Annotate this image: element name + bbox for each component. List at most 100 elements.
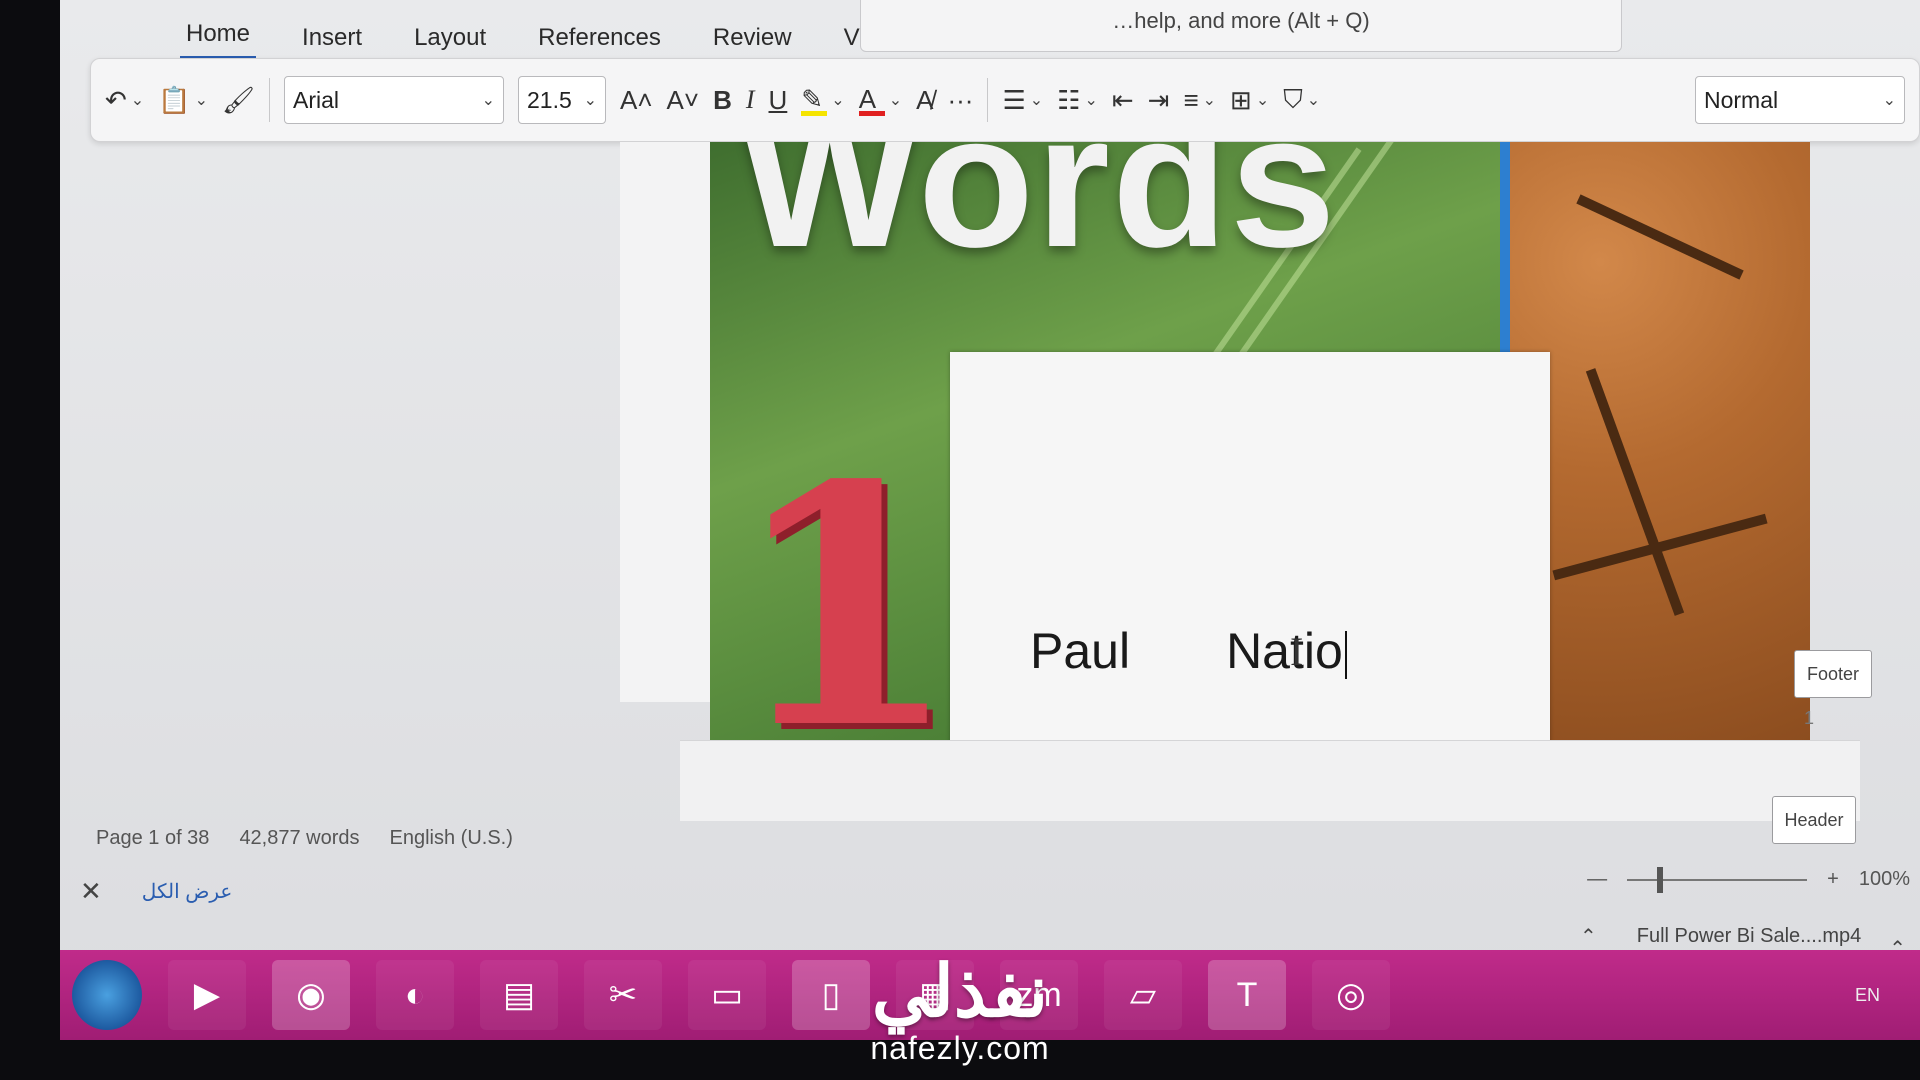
page-number: 1 — [1804, 708, 1815, 728]
grow-font-button[interactable]: A˄ — [620, 85, 653, 116]
chevron-up-icon: ⌃ — [1580, 926, 1597, 948]
chevron-down-icon: ⌄ — [583, 92, 597, 109]
status-bar: Page 1 of 38 42,877 words English (U.S.) — [60, 810, 1920, 866]
cover-title: Words — [740, 142, 1338, 287]
chevron-down-icon: ⌄ — [1029, 92, 1044, 109]
book-cover-image: Words 1 Paul Natio I — [710, 142, 1810, 742]
start-button[interactable] — [72, 960, 142, 1030]
shading-button[interactable]: ⛉ ⌄ — [1283, 84, 1320, 116]
styles-dropdown[interactable]: Normal ⌄ — [1695, 76, 1905, 124]
word-count[interactable]: 42,877 words — [239, 827, 359, 850]
highlight-button[interactable]: ✎ ⌄ — [801, 84, 845, 116]
cover-text-box[interactable]: Paul Natio I — [950, 352, 1550, 742]
author-first-name: Paul — [1030, 623, 1131, 679]
numbered-list-icon: ☷ — [1057, 84, 1081, 115]
italic-button[interactable]: I — [746, 85, 755, 115]
download-item[interactable]: ⌃ Full Power Bi Sale....mp4 — [1580, 924, 1861, 949]
taskbar: ▶ ◉ ◐ ▤ ✂ ▭ ▯ ▦ zm ▱ T ◎ EN — [60, 950, 1920, 1040]
tab-layout[interactable]: Layout — [408, 24, 492, 60]
ribbon-toolbar: ↶ ⌄ 📋 ⌄ 🖌 Arial ⌄ 21.5 ⌄ A˄ A˅ B I U ✎ ⌄ A ⌄ A… — [90, 58, 1920, 142]
decrease-indent-icon: ⇤ — [1111, 84, 1134, 115]
shrink-font-button[interactable]: A˅ — [667, 85, 700, 116]
chevron-down-icon: ⌄ — [888, 92, 903, 109]
undo-icon: ↶ — [105, 84, 127, 115]
tab-home[interactable]: Home — [180, 20, 257, 60]
divider — [987, 78, 989, 122]
paste-button[interactable]: 📋 ⌄ — [158, 85, 208, 116]
edge-icon[interactable]: ◐ — [376, 960, 454, 1030]
undo-button[interactable]: ↶ ⌄ — [105, 85, 144, 116]
grow-font-icon: A˄ — [620, 84, 653, 115]
files-icon[interactable]: ▱ — [1104, 960, 1182, 1030]
zoom-slider-thumb[interactable] — [1657, 866, 1664, 893]
notification-bar: ✕ عرض الكل — [80, 876, 232, 907]
zoom-in-button[interactable]: + — [1827, 868, 1839, 891]
calculator-icon[interactable]: ▦ — [896, 960, 974, 1030]
chevron-down-icon: ⌄ — [481, 92, 495, 109]
puzzle-edge — [1576, 194, 1744, 280]
chevron-down-icon: ⌄ — [130, 92, 145, 109]
zoom-app-icon[interactable]: zm — [1000, 960, 1078, 1030]
align-icon: ≡ — [1183, 84, 1199, 115]
teams-icon[interactable]: T — [1208, 960, 1286, 1030]
show-all-link[interactable]: عرض الكل — [142, 879, 233, 904]
close-icon[interactable]: ✕ — [80, 876, 102, 907]
decrease-indent-button[interactable]: ⇤ — [1112, 85, 1134, 116]
increase-indent-icon: ⇥ — [1147, 84, 1170, 115]
underline-icon: U — [768, 84, 788, 115]
chrome-icon[interactable]: ◉ — [272, 960, 350, 1030]
tab-references[interactable]: References — [532, 24, 667, 60]
highlighter-icon: ✎ — [801, 84, 828, 116]
puzzle-edge — [1585, 368, 1685, 616]
divider — [269, 78, 270, 122]
clear-formatting-button[interactable]: A̸ — [916, 85, 933, 116]
font-name-dropdown[interactable]: Arial ⌄ — [284, 76, 504, 124]
page-margin — [620, 142, 711, 702]
chevron-down-icon: ⌄ — [831, 92, 845, 109]
chevron-down-icon: ⌄ — [194, 92, 208, 109]
align-button[interactable]: ≡ ⌄ — [1183, 85, 1216, 116]
folder-icon[interactable]: ▭ — [688, 960, 766, 1030]
bold-icon: B — [713, 84, 732, 115]
media-player-icon[interactable]: ▶ — [168, 960, 246, 1030]
font-name-value: Arial — [293, 86, 340, 113]
increase-indent-button[interactable]: ⇥ — [1148, 85, 1170, 116]
camera-icon[interactable]: ◎ — [1312, 960, 1390, 1030]
font-size-value: 21.5 — [527, 86, 572, 113]
underline-button[interactable]: U — [769, 85, 788, 116]
more-options-button[interactable]: ··· — [947, 85, 973, 116]
file-explorer-icon[interactable]: ▤ — [480, 960, 558, 1030]
language-indicator[interactable]: English (U.S.) — [390, 827, 513, 850]
chevron-down-icon: ⌄ — [1882, 92, 1896, 109]
input-language[interactable]: EN — [1855, 985, 1880, 1006]
more-icon: ··· — [947, 84, 974, 115]
numbering-button[interactable]: ☷ ⌄ — [1057, 85, 1098, 116]
borders-icon: ⊞ — [1230, 84, 1252, 115]
page-count[interactable]: Page 1 of 38 — [96, 827, 209, 850]
borders-button[interactable]: ⊞ ⌄ — [1230, 85, 1269, 116]
search-box[interactable]: …help, and more (Alt + Q) — [860, 0, 1622, 52]
font-size-dropdown[interactable]: 21.5 ⌄ — [518, 76, 606, 124]
font-color-icon: A — [858, 84, 885, 116]
chevron-down-icon: ⌄ — [1306, 92, 1321, 109]
bold-button[interactable]: B — [713, 85, 732, 116]
shrink-font-icon: A˅ — [666, 84, 700, 115]
notepad-icon[interactable]: ▯ — [792, 960, 870, 1030]
tab-insert[interactable]: Insert — [296, 24, 368, 60]
text-cursor — [1344, 630, 1347, 679]
font-color-button[interactable]: A ⌄ — [858, 84, 903, 116]
next-page — [680, 740, 1860, 821]
clipboard-icon: 📋 — [158, 84, 191, 115]
tab-review[interactable]: Review — [707, 24, 798, 60]
footer-label[interactable]: Footer — [1794, 650, 1872, 698]
zoom-control: — + 100% — [1587, 866, 1910, 893]
zoom-slider[interactable] — [1627, 866, 1808, 893]
zoom-level[interactable]: 100% — [1859, 868, 1910, 891]
format-painter-button[interactable]: 🖌 — [222, 85, 255, 116]
snipping-tool-icon[interactable]: ✂ — [584, 960, 662, 1030]
zoom-out-button[interactable]: — — [1587, 868, 1607, 891]
bullets-button[interactable]: ☰ ⌄ — [1002, 85, 1043, 116]
cover-number: 1 — [730, 413, 960, 742]
bullet-list-icon: ☰ — [1002, 84, 1026, 115]
author-last-name: Natio — [1226, 623, 1343, 679]
